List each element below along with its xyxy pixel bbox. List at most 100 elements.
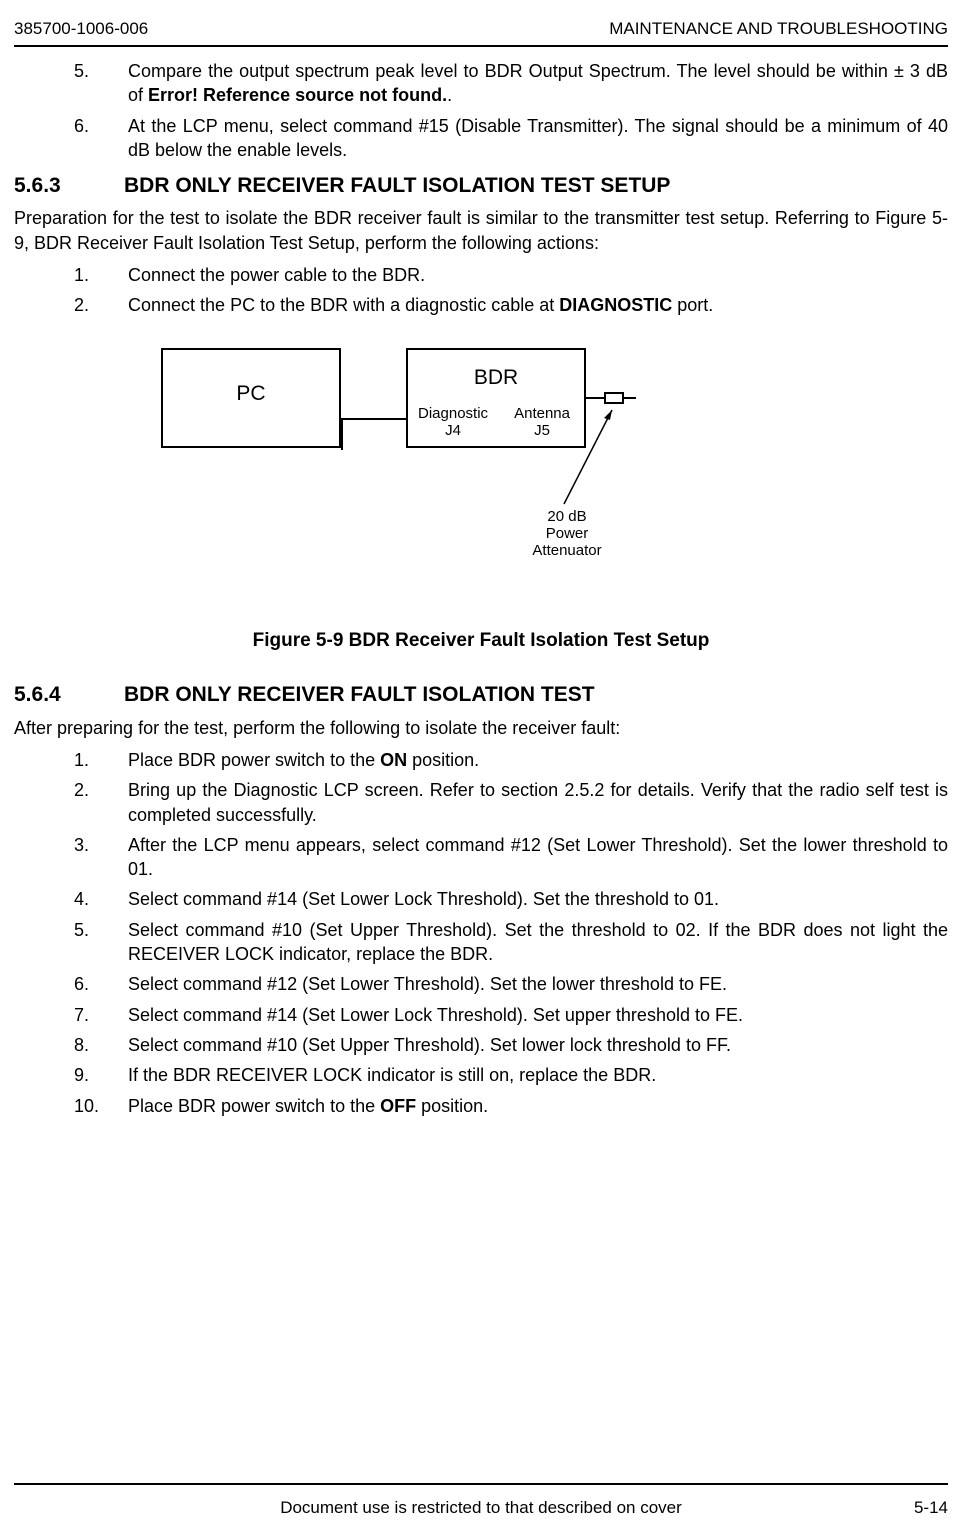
header-title: MAINTENANCE AND TROUBLESHOOTING xyxy=(609,18,948,41)
footer-page-number: 5-14 xyxy=(888,1497,948,1520)
list-item-text: Select command #10 (Set Upper Threshold)… xyxy=(128,920,948,964)
pc-box: PC xyxy=(161,348,341,448)
footer-left-spacer xyxy=(14,1497,74,1520)
list-item-body: Select command #10 (Set Upper Threshold)… xyxy=(128,1033,948,1057)
doc-number: 385700-1006-006 xyxy=(14,18,148,41)
list-item: 6.At the LCP menu, select command #15 (D… xyxy=(74,114,948,163)
list-item-number: 5. xyxy=(74,59,128,108)
list-item: 1.Connect the power cable to the BDR. xyxy=(74,263,948,287)
list-item-text: Bring up the Diagnostic LCP screen. Refe… xyxy=(128,780,948,824)
list-item-body: After the LCP menu appears, select comma… xyxy=(128,833,948,882)
bdr-attn-wire xyxy=(586,397,604,399)
list-item-text: Connect the power cable to the BDR. xyxy=(128,265,425,285)
pc-label: PC xyxy=(163,380,339,408)
list-item-body: Compare the output spectrum peak level t… xyxy=(128,59,948,108)
list-item-body: Select command #10 (Set Upper Threshold)… xyxy=(128,918,948,967)
section-number: 5.6.3 xyxy=(14,172,124,200)
section-5-6-4-intro: After preparing for the test, perform th… xyxy=(14,716,948,740)
header-rule xyxy=(14,45,948,47)
list-item-number: 9. xyxy=(74,1063,128,1087)
list-item: 2.Connect the PC to the BDR with a diagn… xyxy=(74,293,948,317)
list-item: 8.Select command #10 (Set Upper Threshol… xyxy=(74,1033,948,1057)
bdr-receiver-diagram: PC BDR Diagnostic J4 Antenna J5 20 dB xyxy=(14,348,948,598)
list-item: 1.Place BDR power switch to the ON posit… xyxy=(74,748,948,772)
pre-list: 5.Compare the output spectrum peak level… xyxy=(14,59,948,162)
list-item: 7.Select command #14 (Set Lower Lock Thr… xyxy=(74,1003,948,1027)
list-item-text: Connect the PC to the BDR with a diagnos… xyxy=(128,295,559,315)
footer-row: Document use is restricted to that descr… xyxy=(14,1497,948,1520)
diag-l2: J4 xyxy=(418,422,488,439)
figure-5-9-caption: Figure 5-9 BDR Receiver Fault Isolation … xyxy=(14,628,948,654)
list-item: 9.If the BDR RECEIVER LOCK indicator is … xyxy=(74,1063,948,1087)
list-item-text: ON xyxy=(380,750,407,770)
list-item-text: Place BDR power switch to the xyxy=(128,750,380,770)
list-item-text: OFF xyxy=(380,1096,416,1116)
list-item-text: position. xyxy=(407,750,479,770)
section-5-6-4-heading: 5.6.4 BDR ONLY RECEIVER FAULT ISOLATION … xyxy=(14,681,948,709)
section-number: 5.6.4 xyxy=(14,681,124,709)
section-5-6-3-list: 1.Connect the power cable to the BDR.2.C… xyxy=(14,263,948,318)
list-item-number: 7. xyxy=(74,1003,128,1027)
list-item: 3.After the LCP menu appears, select com… xyxy=(74,833,948,882)
footer: Document use is restricted to that descr… xyxy=(14,1483,948,1520)
attn-stub xyxy=(624,397,636,399)
attn-l2: Power xyxy=(546,525,589,542)
attenuator-box xyxy=(604,392,624,404)
list-item-body: Select command #14 (Set Lower Lock Thres… xyxy=(128,887,948,911)
attenuator-arrow xyxy=(554,404,634,514)
list-item-number: 2. xyxy=(74,778,128,827)
attn-l3: Attenuator xyxy=(532,542,601,559)
list-item-text: DIAGNOSTIC xyxy=(559,295,672,315)
list-item-text: At the LCP menu, select command #15 (Dis… xyxy=(128,116,948,160)
page-root: 385700-1006-006 MAINTENANCE AND TROUBLES… xyxy=(0,0,962,1534)
list-item: 10.Place BDR power switch to the OFF pos… xyxy=(74,1094,948,1118)
list-item-text: port. xyxy=(672,295,713,315)
list-item-text: . xyxy=(447,85,452,105)
list-item: 5.Select command #10 (Set Upper Threshol… xyxy=(74,918,948,967)
footer-rule xyxy=(14,1483,948,1485)
list-item-text: Select command #14 (Set Lower Lock Thres… xyxy=(128,889,719,909)
list-item-number: 8. xyxy=(74,1033,128,1057)
list-item-number: 6. xyxy=(74,114,128,163)
list-item: 5.Compare the output spectrum peak level… xyxy=(74,59,948,108)
list-item-body: Place BDR power switch to the OFF positi… xyxy=(128,1094,948,1118)
list-item-number: 10. xyxy=(74,1094,128,1118)
section-title: BDR ONLY RECEIVER FAULT ISOLATION TEST xyxy=(124,681,595,709)
list-item-body: Connect the PC to the BDR with a diagnos… xyxy=(128,293,948,317)
list-item-text: After the LCP menu appears, select comma… xyxy=(128,835,948,879)
attn-l1: 20 dB xyxy=(547,508,586,525)
list-item: 2.Bring up the Diagnostic LCP screen. Re… xyxy=(74,778,948,827)
section-title: BDR ONLY RECEIVER FAULT ISOLATION TEST S… xyxy=(124,172,670,200)
diagnostic-port-label: Diagnostic J4 xyxy=(418,405,488,440)
section-5-6-3-heading: 5.6.3 BDR ONLY RECEIVER FAULT ISOLATION … xyxy=(14,172,948,200)
list-item-text: If the BDR RECEIVER LOCK indicator is st… xyxy=(128,1065,656,1085)
pc-bdr-wire-v xyxy=(341,418,343,450)
list-item-body: Select command #12 (Set Lower Threshold)… xyxy=(128,972,948,996)
list-item: 6.Select command #12 (Set Lower Threshol… xyxy=(74,972,948,996)
list-item-body: Place BDR power switch to the ON positio… xyxy=(128,748,948,772)
list-item-text: Error! Reference source not found. xyxy=(148,85,447,105)
list-item-number: 6. xyxy=(74,972,128,996)
list-item-body: Bring up the Diagnostic LCP screen. Refe… xyxy=(128,778,948,827)
list-item-body: Select command #14 (Set Lower Lock Thres… xyxy=(128,1003,948,1027)
list-item-text: position. xyxy=(416,1096,488,1116)
list-item-body: Connect the power cable to the BDR. xyxy=(128,263,948,287)
list-item-text: Select command #12 (Set Lower Threshold)… xyxy=(128,974,727,994)
pc-bdr-wire-h xyxy=(341,418,408,420)
list-item-body: At the LCP menu, select command #15 (Dis… xyxy=(128,114,948,163)
list-item-body: If the BDR RECEIVER LOCK indicator is st… xyxy=(128,1063,948,1087)
list-item: 4.Select command #14 (Set Lower Lock Thr… xyxy=(74,887,948,911)
list-item-number: 5. xyxy=(74,918,128,967)
list-item-text: Select command #14 (Set Lower Lock Thres… xyxy=(128,1005,743,1025)
attenuator-label: 20 dB Power Attenuator xyxy=(522,508,612,560)
list-item-number: 2. xyxy=(74,293,128,317)
list-item-number: 3. xyxy=(74,833,128,882)
list-item-number: 4. xyxy=(74,887,128,911)
list-item-number: 1. xyxy=(74,263,128,287)
list-item-number: 1. xyxy=(74,748,128,772)
list-item-text: Select command #10 (Set Upper Threshold)… xyxy=(128,1035,731,1055)
footer-center-text: Document use is restricted to that descr… xyxy=(74,1497,888,1520)
section-5-6-4-list: 1.Place BDR power switch to the ON posit… xyxy=(14,748,948,1118)
bdr-label: BDR xyxy=(408,364,584,392)
list-item-text: Place BDR power switch to the xyxy=(128,1096,380,1116)
